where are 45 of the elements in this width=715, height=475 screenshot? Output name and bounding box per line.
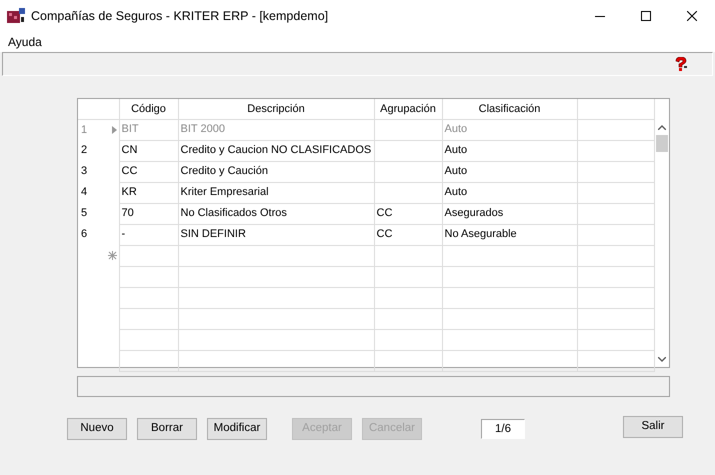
action-button[interactable]: Borrar [137, 418, 197, 440]
scroll-up-icon[interactable] [658, 124, 666, 130]
record-counter: 1/6 [481, 419, 525, 439]
action-button[interactable]: Nuevo [67, 418, 127, 440]
row-number: 4 [81, 185, 88, 200]
table-cell: CC [119, 161, 178, 182]
table-cell: Auto [442, 161, 577, 182]
window-title: Compañías de Seguros - KRITER ERP - [kempdemo] [31, 8, 328, 25]
table-cell: Auto [442, 182, 577, 203]
table-cell: No Clasificados Otros [178, 203, 374, 224]
column-header[interactable]: Descripción [178, 99, 374, 119]
row-number: 6 [81, 227, 88, 242]
scroll-down-icon[interactable] [658, 356, 666, 362]
table-cell: No Asegurable [442, 224, 577, 245]
table-cell: KR [119, 182, 178, 203]
app-icon [7, 8, 25, 24]
table-cell: CC [374, 203, 442, 224]
column-header[interactable]: Agrupación [374, 99, 442, 119]
close-icon[interactable] [687, 11, 697, 21]
new-row-icon [108, 251, 116, 260]
table-cell: BIT [119, 119, 178, 140]
table-cell: Asegurados [442, 203, 577, 224]
table-cell: Credito y Caución [178, 161, 374, 182]
help-icon[interactable] [674, 57, 688, 71]
table-cell: BIT 2000 [178, 119, 374, 140]
row-number: 1 [81, 122, 88, 138]
row-number: 3 [81, 164, 88, 180]
row-number: 5 [81, 206, 88, 222]
table-cell: Kriter Empresarial [178, 182, 374, 203]
table-cell: CC [374, 224, 442, 245]
menu-item[interactable]: Ayuda [8, 33, 42, 51]
table-cell: Auto [442, 119, 577, 140]
action-button[interactable]: Modificar [207, 418, 267, 440]
maximize-icon[interactable] [641, 11, 651, 21]
column-header[interactable]: Código [119, 99, 178, 119]
scrollbar-thumb[interactable] [656, 135, 668, 152]
table-cell: - [119, 224, 178, 245]
table-cell: Credito y Caucion NO CLASIFICADOS [178, 140, 374, 161]
table-cell: SIN DEFINIR [178, 224, 374, 245]
table-cell: CN [119, 140, 178, 161]
exit-button[interactable]: Salir [623, 416, 683, 438]
table-cell: Auto [442, 140, 577, 161]
column-header[interactable]: Clasificación [442, 99, 577, 119]
table-cell: 70 [119, 203, 178, 224]
row-number: 2 [81, 143, 88, 158]
